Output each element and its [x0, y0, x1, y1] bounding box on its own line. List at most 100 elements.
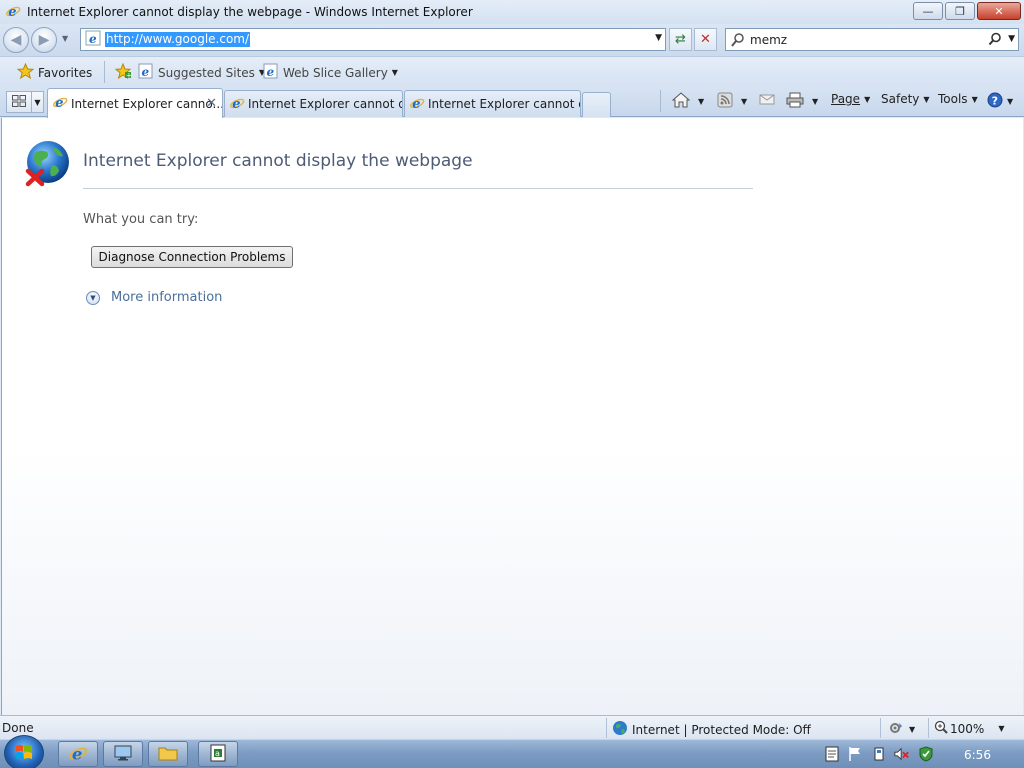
expand-chevron-icon: ▼	[86, 290, 100, 305]
status-separator	[880, 718, 881, 738]
folder-icon	[158, 744, 178, 765]
more-information-link[interactable]: ▼ More information	[86, 290, 222, 305]
diagnose-connection-button[interactable]: Diagnose Connection Problems	[91, 246, 293, 268]
suggested-sites-label: Suggested Sites	[158, 65, 255, 80]
svg-text:e: e	[72, 744, 82, 763]
action-center-doc-icon[interactable]	[824, 746, 840, 762]
refresh-button[interactable]: ⇄	[669, 28, 692, 51]
taskbar: e a 6:56	[0, 735, 1024, 768]
tab-2[interactable]: e Internet Explorer cannot di...	[224, 90, 403, 117]
tab-list-dropdown[interactable]: ▼	[32, 91, 44, 113]
tab-label: Internet Explorer cannot di...	[248, 97, 402, 111]
add-favorite-icon: +	[114, 62, 132, 82]
what-you-can-try-label: What you can try:	[83, 212, 199, 227]
read-mail-button[interactable]	[759, 92, 775, 109]
tab-bar: ▼ e Internet Explorer canno... ✕ e Inter…	[0, 86, 1024, 118]
favorites-separator	[104, 61, 105, 83]
chevron-down-icon: ▼	[923, 94, 930, 104]
taskbar-app-button[interactable]: a	[198, 741, 238, 767]
internet-options-button[interactable]: ▼	[888, 720, 915, 739]
tab-label: Internet Explorer canno...	[71, 96, 223, 111]
status-separator	[928, 718, 929, 738]
minimize-button[interactable]: —	[913, 2, 943, 20]
page-menu[interactable]: Page ▼	[831, 92, 870, 106]
search-options-dropdown[interactable]: ▼	[1008, 34, 1015, 44]
address-input[interactable]: http://www.google.com/	[105, 32, 251, 47]
zoom-icon	[934, 720, 948, 737]
page-title: Internet Explorer cannot display the web…	[83, 151, 473, 171]
search-provider-icon	[730, 32, 746, 51]
command-bar-separator	[660, 90, 661, 112]
refresh-icon: ⇄	[675, 32, 686, 47]
tab-label: Internet Explorer cannot di...	[428, 97, 580, 111]
ie-icon: e	[229, 95, 245, 114]
navigation-bar: ◀ ▶ ▼ e http://www.google.com/ ▼ ⇄ ✕ mem…	[0, 24, 1024, 56]
address-dropdown-icon[interactable]: ▼	[655, 33, 662, 43]
forward-button[interactable]: ▶	[31, 27, 57, 53]
notepad-app-icon: a	[209, 744, 227, 765]
stop-button[interactable]: ✕	[694, 28, 717, 51]
print-button[interactable]: ▼	[786, 92, 818, 111]
window-title: Internet Explorer cannot display the web…	[27, 5, 473, 19]
help-button[interactable]: ? ▼	[987, 92, 1013, 111]
tools-menu-label: Tools	[938, 92, 968, 106]
status-text: Done	[2, 721, 34, 735]
globe-error-icon	[23, 139, 71, 190]
status-bar: Done Internet | Protected Mode: Off ▼ 10…	[0, 715, 1024, 739]
security-zone-label: Internet | Protected Mode: Off	[632, 722, 811, 737]
start-button[interactable]	[4, 735, 44, 768]
search-box[interactable]: memz ▼	[725, 28, 1019, 51]
svg-text:e: e	[267, 65, 275, 79]
taskbar-computer-button[interactable]	[103, 741, 143, 767]
taskbar-ie-button[interactable]: e	[58, 741, 98, 767]
chevron-down-icon: ▼	[1007, 97, 1014, 106]
tools-menu[interactable]: Tools ▼	[938, 92, 978, 106]
security-shield-icon[interactable]	[918, 746, 934, 762]
ie-page-icon: e	[85, 30, 101, 49]
address-bar[interactable]: e http://www.google.com/ ▼	[80, 28, 666, 51]
network-icon[interactable]	[871, 746, 887, 762]
svg-text:?: ?	[992, 94, 998, 107]
add-to-favorites-bar-button[interactable]: +	[114, 62, 132, 82]
chevron-down-icon: ▼	[971, 94, 978, 104]
close-window-button[interactable]: ✕	[977, 2, 1021, 20]
restore-button[interactable]: ❐	[945, 2, 975, 20]
title-bar: e Internet Explorer cannot display the w…	[0, 0, 1024, 24]
favorites-button[interactable]: Favorites	[16, 62, 92, 82]
zoom-control[interactable]: 100% ▼	[934, 720, 1004, 737]
feeds-button[interactable]: ▼	[717, 92, 747, 111]
security-zone[interactable]: Internet | Protected Mode: Off	[612, 720, 811, 739]
safety-menu-label: Safety	[881, 92, 920, 106]
svg-text:e: e	[89, 32, 97, 46]
rss-feed-icon	[717, 92, 733, 111]
taskbar-clock[interactable]: 6:56	[964, 748, 991, 762]
svg-text:a: a	[215, 749, 220, 758]
tab-1[interactable]: e Internet Explorer canno... ✕	[47, 88, 223, 118]
tab-3[interactable]: e Internet Explorer cannot di...	[404, 90, 581, 117]
recent-pages-dropdown[interactable]: ▼	[62, 34, 70, 44]
search-input[interactable]: memz	[750, 33, 787, 47]
close-icon: ✕	[994, 4, 1004, 18]
search-icon[interactable]	[988, 32, 1002, 49]
page-content: Internet Explorer cannot display the web…	[1, 118, 1023, 715]
mail-icon	[759, 92, 775, 109]
quick-tabs-button[interactable]	[6, 91, 32, 113]
new-tab-button[interactable]	[582, 92, 611, 117]
web-slice-gallery-button[interactable]: e Web Slice Gallery ▼	[263, 63, 398, 82]
safety-menu[interactable]: Safety ▼	[881, 92, 930, 106]
taskbar-explorer-button[interactable]	[148, 741, 188, 767]
ie-icon: e	[409, 95, 425, 114]
back-button[interactable]: ◀	[3, 27, 29, 53]
chevron-down-icon: ▼	[698, 97, 705, 106]
close-tab-icon[interactable]: ✕	[206, 96, 217, 111]
web-slice-gallery-label: Web Slice Gallery	[283, 65, 388, 80]
chevron-down-icon: ▼	[391, 68, 398, 77]
ie-icon: e	[52, 94, 68, 113]
computer-icon	[113, 744, 133, 765]
suggested-sites-button[interactable]: e Suggested Sites ▼	[138, 63, 265, 82]
svg-text:e: e	[55, 96, 63, 110]
action-center-flag-icon[interactable]	[847, 746, 863, 762]
volume-muted-icon[interactable]	[894, 746, 910, 762]
chevron-down-icon: ▼	[864, 94, 871, 104]
home-button[interactable]: ▼	[671, 92, 705, 111]
